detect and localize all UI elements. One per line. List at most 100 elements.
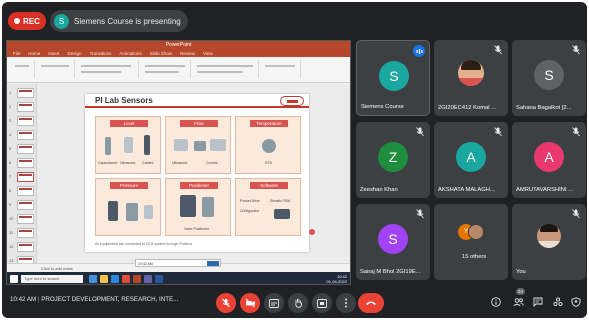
windows-start-icon[interactable]: [10, 275, 18, 283]
ppt-title-bar: PowerPoint: [7, 41, 350, 50]
recording-indicator[interactable]: REC: [8, 12, 46, 30]
slide-thumbnail[interactable]: [17, 158, 34, 168]
presenting-text: Siemens Course is presenting: [74, 16, 181, 26]
device-label: Coriolis: [206, 161, 218, 165]
powerpoint-icon[interactable]: [133, 275, 141, 283]
notification-button[interactable]: [207, 261, 219, 266]
slide-thumbnail-active[interactable]: [17, 172, 34, 182]
chrome-icon[interactable]: [122, 275, 130, 283]
slide-thumbnail[interactable]: [17, 186, 34, 196]
device-label: Capacitance: [98, 161, 118, 165]
level-sensor-icon: [105, 137, 111, 155]
taskbar-search[interactable]: Type here to search: [21, 275, 83, 283]
current-slide[interactable]: PI Lab Sensors Level Capacitance Ultraso…: [85, 94, 309, 252]
participant-tile[interactable]: Z Zeeshan Khan: [356, 122, 430, 198]
participant-tile[interactable]: S Sairaj M Bhol 2GI19E...: [356, 204, 430, 280]
notification-text: 10:42 AM: [138, 262, 153, 266]
slide-thumbnail[interactable]: [17, 214, 34, 224]
ppt-tab[interactable]: Slide Show: [150, 50, 173, 57]
info-icon: [491, 297, 501, 307]
edge-icon[interactable]: [111, 275, 119, 283]
taskbar-app-icon[interactable]: [144, 275, 152, 283]
host-controls-button[interactable]: [568, 294, 584, 310]
slide-thumbnail[interactable]: [17, 228, 34, 238]
device-label: Ultrasonic: [172, 161, 188, 165]
ppt-tab[interactable]: Animations: [119, 50, 141, 57]
ribbon-mark: [265, 65, 295, 67]
ppt-tab[interactable]: Design: [68, 50, 82, 57]
speaking-indicator-icon: [413, 45, 425, 57]
slide-thumbnails: 1 2 3 4 5 6 7 8 9 10 11 12 13: [7, 84, 37, 272]
ppt-tab[interactable]: View: [203, 50, 213, 57]
slide-thumbnail[interactable]: [17, 88, 34, 98]
software-label: Pocket Drive: [240, 199, 260, 203]
others-tile[interactable]: Y 15 others: [434, 204, 508, 280]
flow-meter-icon: [210, 139, 226, 151]
slide-thumbnail[interactable]: [17, 102, 34, 112]
participant-tile[interactable]: S Sahana Bagalkot [2...: [512, 40, 586, 116]
ppt-tab[interactable]: Insert: [48, 50, 59, 57]
ribbon-mark: [15, 65, 29, 67]
captions-button[interactable]: [264, 293, 284, 313]
ribbon-group-clipboard[interactable]: [11, 60, 35, 78]
mic-toggle-button[interactable]: [216, 293, 236, 313]
pressure-transmitter-icon: [126, 203, 138, 221]
slide-thumbnail[interactable]: [17, 242, 34, 252]
slide-thumbnail[interactable]: [17, 200, 34, 210]
participant-name: You: [516, 269, 526, 275]
participant-tile[interactable]: 2GI20EC412 Komal ...: [434, 40, 508, 116]
ribbon-group-slides[interactable]: [37, 60, 75, 78]
camera-toggle-button[interactable]: [240, 293, 260, 313]
presenting-banner[interactable]: S Siemens Course is presenting: [50, 10, 188, 32]
people-button[interactable]: [510, 294, 526, 310]
participant-tile[interactable]: A AMRUTAVARSHINI ...: [512, 122, 586, 198]
raise-hand-button[interactable]: [288, 293, 308, 313]
ppt-ribbon: [7, 57, 350, 83]
meet-window: REC S Siemens Course is presenting Power…: [2, 2, 587, 318]
ppt-tab[interactable]: Transitions: [90, 50, 112, 57]
present-icon: [317, 298, 327, 308]
ribbon-mark: [197, 71, 243, 73]
ppt-tab[interactable]: File: [13, 50, 20, 57]
folder-icon[interactable]: [100, 275, 108, 283]
device-label: RTD: [265, 161, 273, 165]
leave-call-button[interactable]: [358, 293, 384, 313]
present-button[interactable]: [312, 293, 332, 313]
slide-thumbnail[interactable]: [17, 130, 34, 140]
self-photo: [537, 224, 561, 248]
slide-thumbnail[interactable]: [17, 144, 34, 154]
ribbon-group-font[interactable]: [77, 60, 139, 78]
shared-screen[interactable]: PowerPoint File Home Insert Design Trans…: [6, 40, 351, 285]
participant-name: Sairaj M Bhol 2GI19E...: [360, 269, 421, 275]
clock-date: 01-04-2022: [326, 279, 347, 284]
recording-label: REC: [23, 16, 40, 26]
people-icon: [512, 298, 524, 307]
participant-tile[interactable]: A AKSHATA MALAGH...: [434, 122, 508, 198]
flow-meter-icon: [194, 141, 206, 151]
ribbon-mark: [81, 71, 121, 73]
ppt-tab[interactable]: Home: [28, 50, 40, 57]
participant-avatar: Z: [378, 142, 408, 172]
slide-thumbnail[interactable]: [17, 116, 34, 126]
participant-name: AKSHATA MALAGH...: [438, 187, 495, 193]
level-sensor-icon: [144, 135, 150, 155]
participant-tile[interactable]: S Siemens Course: [356, 40, 430, 116]
windows-notification[interactable]: 10:42 AM: [135, 259, 221, 267]
valve-positioner-icon: [180, 195, 196, 217]
ppt-tab[interactable]: Review: [180, 50, 195, 57]
ribbon-group-paragraph[interactable]: [141, 60, 191, 78]
ribbon-group-editing[interactable]: [261, 60, 301, 78]
more-options-button[interactable]: [336, 293, 356, 313]
word-icon[interactable]: [155, 275, 163, 283]
slide-nav-icon[interactable]: [309, 229, 315, 235]
pressure-transmitter-icon: [144, 205, 153, 219]
mic-off-icon: [416, 209, 424, 219]
chat-button[interactable]: [530, 294, 546, 310]
self-tile[interactable]: You: [512, 204, 586, 280]
activities-button[interactable]: [550, 294, 566, 310]
meeting-details-button[interactable]: [488, 294, 504, 310]
ribbon-mark: [81, 65, 131, 67]
taskbar-app-icon[interactable]: [89, 275, 97, 283]
ribbon-group-drawing[interactable]: [193, 60, 259, 78]
participant-name: Siemens Course: [361, 104, 404, 110]
